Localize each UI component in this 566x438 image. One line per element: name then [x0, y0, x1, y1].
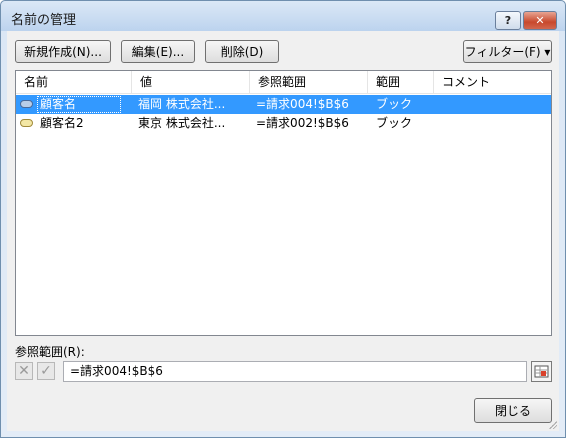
table-row[interactable]: 顧客名 福岡 株式会社... =請求004!$B$6 ブック — [16, 95, 551, 114]
collapse-dialog-button[interactable] — [531, 361, 552, 382]
list-header: 名前 値 参照範囲 範囲 コメント — [16, 71, 551, 94]
table-row[interactable]: 顧客名2 東京 株式会社... =請求002!$B$6 ブック — [16, 114, 551, 133]
confirm-check-icon[interactable]: ✓ — [37, 362, 55, 380]
row-ref: =請求004!$B$6 — [256, 97, 349, 111]
column-header-name[interactable]: 名前 — [16, 71, 132, 93]
row-scope: ブック — [376, 97, 413, 111]
help-icon: ? — [504, 14, 512, 27]
title-bar[interactable]: 名前の管理 ? ✕ — [1, 1, 565, 31]
dialog-body: 新規作成(N)... 編集(E)... 削除(D) フィルター(F) ▾ 名前 … — [7, 31, 559, 431]
row-value: 東京 株式会社... — [138, 116, 226, 130]
row-name: 顧客名2 — [40, 116, 84, 130]
close-button[interactable]: 閉じる — [474, 398, 552, 423]
reference-label: 参照範囲(R): — [15, 345, 85, 359]
row-ref: =請求002!$B$6 — [256, 116, 349, 130]
cancel-x-icon[interactable]: ✕ — [15, 362, 33, 380]
names-list[interactable]: 名前 値 参照範囲 範囲 コメント 顧客名 福岡 株式会社... =請求004!… — [15, 70, 552, 336]
row-comment — [442, 95, 542, 114]
column-header-comment[interactable]: コメント — [434, 71, 551, 93]
dialog-title: 名前の管理 — [11, 13, 77, 28]
defined-name-icon — [20, 119, 33, 127]
new-button[interactable]: 新規作成(N)... — [15, 40, 111, 63]
row-scope: ブック — [376, 116, 413, 130]
row-value: 福岡 株式会社... — [138, 97, 226, 111]
close-icon: ✕ — [535, 14, 545, 27]
defined-name-icon — [20, 100, 33, 108]
column-header-value[interactable]: 値 — [132, 71, 250, 93]
range-select-icon — [534, 365, 549, 378]
row-name: 顧客名 — [40, 97, 77, 111]
edit-button[interactable]: 編集(E)... — [121, 40, 195, 63]
column-header-scope[interactable]: 範囲 — [368, 71, 434, 93]
name-manager-dialog: 名前の管理 ? ✕ 新規作成(N)... 編集(E)... 削除(D) フィルタ… — [0, 0, 566, 438]
column-header-ref[interactable]: 参照範囲 — [250, 71, 368, 93]
filter-dropdown-button[interactable]: フィルター(F) ▾ — [463, 40, 552, 63]
resize-grip-icon[interactable] — [547, 419, 557, 429]
row-comment — [442, 114, 542, 133]
reference-input[interactable]: =請求004!$B$6 — [63, 361, 527, 382]
help-button[interactable]: ? — [495, 11, 521, 30]
window-close-button[interactable]: ✕ — [523, 11, 557, 30]
delete-button[interactable]: 削除(D) — [205, 40, 279, 63]
